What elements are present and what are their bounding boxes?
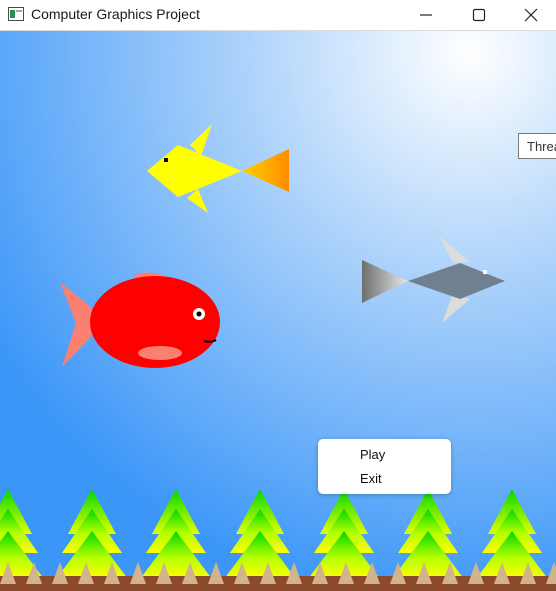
menu-item-play[interactable]: Play bbox=[360, 447, 385, 462]
minimize-icon bbox=[420, 14, 432, 16]
window-title: Computer Graphics Project bbox=[31, 6, 200, 22]
aquarium-canvas[interactable]: Threa Play Exit bbox=[0, 31, 556, 591]
maximize-icon bbox=[472, 8, 486, 22]
menu-item-exit[interactable]: Exit bbox=[360, 471, 382, 486]
yellow-fish-eye bbox=[164, 158, 168, 162]
thread-label: Threa bbox=[518, 133, 556, 159]
grey-fish-eye bbox=[483, 270, 487, 274]
close-button[interactable] bbox=[508, 0, 554, 30]
context-menu: Play Exit bbox=[318, 439, 451, 494]
minimize-button[interactable] bbox=[403, 0, 449, 30]
app-icon bbox=[8, 7, 24, 21]
app-window: Computer Graphics Project Thre Play Exit bbox=[0, 0, 556, 591]
close-icon bbox=[524, 8, 538, 22]
title-bar: Computer Graphics Project bbox=[0, 0, 556, 31]
maximize-button[interactable] bbox=[456, 0, 502, 30]
